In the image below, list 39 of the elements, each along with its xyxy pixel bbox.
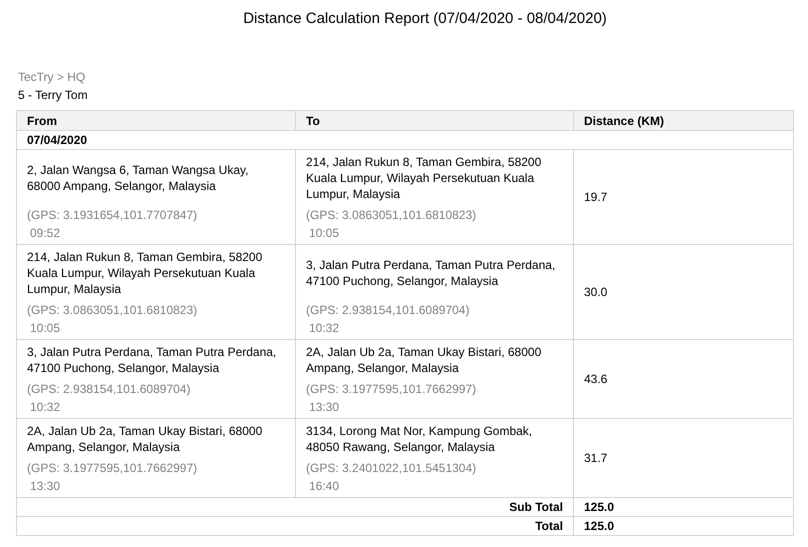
breadcrumb: TecTry > HQ	[18, 69, 86, 86]
time-text: 13:30	[29, 478, 62, 495]
gps-text: (GPS: 2.938154,101.6089704)	[27, 381, 192, 398]
column-header: To	[296, 111, 574, 130]
address-text: 2, Jalan Wangsa 6, Taman Wangsa Ukay, 68000 Ampang, Selangor, Malaysia	[27, 162, 250, 194]
gps-text: (GPS: 3.1931654,101.7707847)	[27, 207, 198, 224]
time-text: 10:05	[308, 225, 340, 242]
total-value: 125.0	[583, 518, 616, 535]
gps-text: (GPS: 3.1977595,101.7662997)	[306, 381, 478, 398]
gps-text: (GPS: 3.2401022,101.5451304)	[306, 460, 478, 477]
gps-text: (GPS: 3.1977595,101.7662997)	[27, 460, 198, 477]
time-text: 10:32	[29, 399, 62, 416]
total-label: Total	[17, 517, 574, 535]
report-title: Distance Calculation Report (07/04/2020 - 08/04/2020)	[242, 10, 608, 27]
distance-value: 30.0	[584, 285, 608, 299]
address-text: 2A, Jalan Ub 2a, Taman Ukay Bistari, 68000 Ampang, Selangor, Malaysia	[306, 344, 542, 376]
time-text: 16:40	[308, 478, 340, 495]
time-text: 13:30	[308, 399, 340, 416]
total-label: Sub Total	[17, 498, 574, 516]
employee-name: 5 - Terry Tom	[18, 87, 89, 104]
address-text: 3, Jalan Putra Perdana, Taman Putra Perdana, 47100 Puchong, Selangor, Malaysia	[27, 344, 278, 376]
address-text: 214, Jalan Rukun 8, Taman Gembira, 58200 Kuala Lumpur, Wilayah Persekutuan Kuala Lumpur, Malaysia	[306, 154, 542, 202]
address-text: 3, Jalan Putra Perdana, Taman Putra Perdana, 47100 Puchong, Selangor, Malaysia	[306, 257, 556, 289]
column-header: Distance (KM)	[583, 113, 666, 130]
gps-text: (GPS: 3.0863051,101.6810823)	[27, 302, 198, 319]
address-text: 3134, Lorong Mat Nor, Kampung Gombak, 48050 Rawang, Selangor, Malaysia	[306, 423, 534, 455]
time-text: 09:52	[29, 225, 62, 242]
distance-value: 19.7	[584, 190, 608, 204]
address-text: 2A, Jalan Ub 2a, Taman Ukay Bistari, 68000 Ampang, Selangor, Malaysia	[27, 423, 264, 455]
date-heading: 07/04/2020	[26, 132, 88, 149]
distance-value: 31.7	[584, 451, 608, 465]
column-header: From	[17, 111, 296, 130]
total-value: 125.0	[583, 499, 616, 516]
time-text: 10:32	[308, 320, 340, 337]
address-text: 214, Jalan Rukun 8, Taman Gembira, 58200 Kuala Lumpur, Wilayah Persekutuan Kuala Lumpur, Malaysia	[27, 249, 264, 297]
gps-text: (GPS: 3.0863051,101.6810823)	[306, 207, 478, 224]
gps-text: (GPS: 2.938154,101.6089704)	[306, 302, 470, 319]
time-text: 10:05	[29, 320, 62, 337]
distance-value: 43.6	[584, 372, 608, 386]
